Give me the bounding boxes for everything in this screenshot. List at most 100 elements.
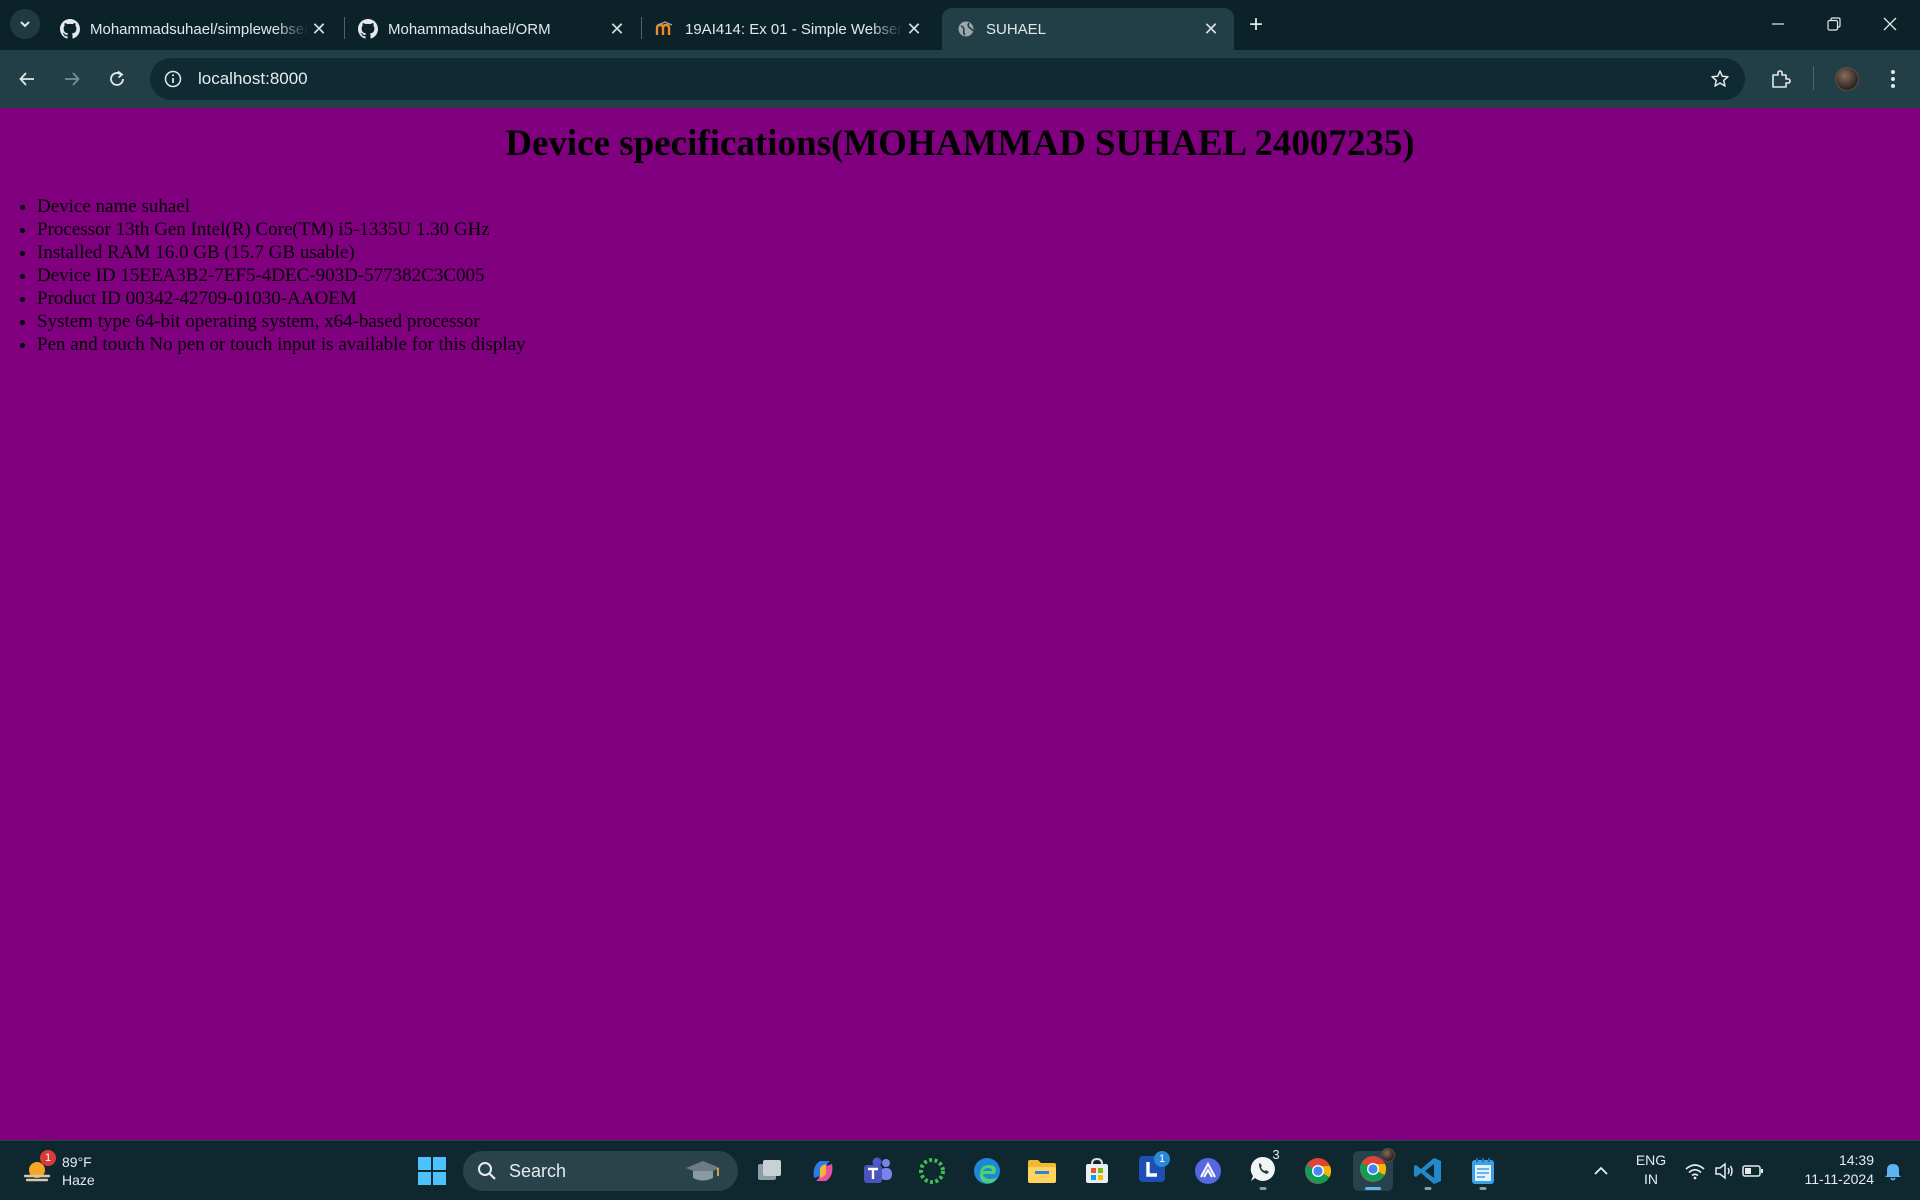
minimize-button[interactable] [1750,0,1806,48]
graduation-cap-icon [686,1161,720,1181]
globe-icon [956,19,976,39]
notification-badge: 1 [1154,1150,1170,1167]
more-vertical-icon [1891,70,1895,88]
vscode-button[interactable] [1408,1151,1448,1191]
tab-title: 19AI414: Ex 01 - Simple Webserver [685,20,903,38]
tab-search-button[interactable] [10,9,40,39]
tab-title: Mohammadsuhael/ORM [388,20,551,38]
list-item: Installed RAM 16.0 GB (15.7 GB usable) [37,241,1920,264]
task-view-button[interactable] [750,1151,790,1191]
running-indicator [1479,1187,1487,1190]
avatar [1835,67,1859,91]
app-ring-button[interactable] [912,1151,952,1191]
tab-title: Mohammadsuhael/simplewebserver [90,20,308,38]
edge-button[interactable] [967,1151,1007,1191]
list-item: Device name suhael [37,195,1920,218]
weather-widget[interactable]: 1 89°F Haze [22,1150,95,1191]
restore-button[interactable] [1806,0,1862,48]
close-icon[interactable]: ✕ [903,18,925,40]
search-icon [478,1162,496,1180]
app-l-button[interactable]: 1 [1132,1150,1172,1191]
volume-icon [1715,1162,1733,1180]
close-icon[interactable]: ✕ [1200,18,1222,40]
search-label: Search [509,1160,567,1181]
copilot-button[interactable] [803,1151,843,1191]
bookmark-star-icon[interactable] [1709,68,1731,90]
file-explorer-button[interactable] [1022,1151,1062,1191]
windows-icon [418,1157,446,1185]
clock-time: 14:39 [1838,1152,1874,1168]
spec-list: Device name suhael Processor 13th Gen In… [0,195,1920,356]
tab-simplewebserver[interactable]: Mohammadsuhael/simplewebserver ✕ [46,8,342,50]
extensions-button[interactable] [1764,62,1798,96]
close-icon[interactable]: ✕ [308,18,330,40]
profile-button[interactable] [1830,62,1864,96]
tab-strip: Mohammadsuhael/simplewebserver ✕ Mohamma… [0,0,1920,50]
tab-moodle-ex01[interactable]: 19AI414: Ex 01 - Simple Webserver ✕ [641,8,937,50]
store-icon [1086,1157,1108,1183]
avatar [1381,1147,1395,1162]
close-icon[interactable]: ✕ [606,18,628,40]
close-window-button[interactable] [1862,0,1918,48]
page-title: Device specifications(MOHAMMAD SUHAEL 24… [505,123,1415,164]
notifications-button[interactable] [1876,1151,1910,1191]
wifi-icon [1685,1164,1705,1180]
chevron-down-icon [20,21,30,28]
clock-date: 11-11-2024 [1804,1171,1874,1187]
arrow-left-icon [19,72,34,86]
notification-badge: 3 [1272,1147,1280,1162]
show-hidden-icons-button[interactable] [1583,1151,1619,1191]
chrome-profile-button[interactable] [1353,1147,1395,1191]
back-button[interactable] [10,62,44,96]
site-info-icon[interactable] [160,66,186,92]
close-icon [1883,17,1897,31]
quick-settings-button[interactable] [1682,1151,1766,1191]
folder-icon [1028,1160,1056,1183]
minimize-icon [1772,23,1784,25]
language-indicator[interactable]: ENG IN [1628,1151,1674,1189]
store-button[interactable] [1077,1151,1117,1191]
moodle-icon [655,19,675,39]
browser-toolbar: localhost:8000 [0,50,1920,108]
triangle-app-icon [1195,1158,1221,1184]
reload-icon [110,70,124,86]
teams-button[interactable] [858,1151,898,1191]
weather-temp: 89°F [62,1154,92,1170]
new-tab-button[interactable]: + [1242,11,1270,39]
page-viewport: Device specifications(MOHAMMAD SUHAEL 24… [0,108,1920,1140]
chrome-icon [1305,1158,1332,1184]
github-icon [358,19,378,39]
notepad-icon [1472,1158,1494,1184]
running-indicator [1365,1187,1381,1190]
chevron-up-icon [1594,1166,1608,1175]
address-bar[interactable]: localhost:8000 [150,58,1745,100]
start-button[interactable] [412,1151,452,1191]
reload-button[interactable] [100,62,134,96]
url-text[interactable]: localhost:8000 [198,69,308,89]
forward-button[interactable] [55,62,89,96]
language-code: ENG [1635,1152,1667,1168]
weather-badge: 1 [40,1150,56,1166]
chrome-button[interactable] [1298,1151,1338,1191]
copilot-icon [813,1161,833,1181]
app-triangle-button[interactable] [1188,1151,1228,1191]
list-item: Product ID 00342-42709-01030-AAOEM [37,287,1920,310]
teams-icon [864,1157,892,1183]
notepad-button[interactable] [1463,1151,1503,1191]
restore-icon [1827,17,1841,31]
github-icon [60,19,80,39]
region-code: IN [1644,1171,1658,1187]
running-indicator [1259,1187,1267,1190]
whatsapp-button[interactable]: 3 [1243,1147,1283,1191]
running-indicator [1424,1187,1432,1190]
clock[interactable]: 14:39 11-11-2024 [1780,1151,1874,1189]
tab-orm[interactable]: Mohammadsuhael/ORM ✕ [344,8,640,50]
toolbar-divider [1813,66,1814,90]
list-item: Processor 13th Gen Intel(R) Core(TM) i5-… [37,218,1920,241]
tab-suhael[interactable]: SUHAEL ✕ [942,8,1234,50]
taskbar-search[interactable]: Search [463,1151,738,1191]
menu-button[interactable] [1876,62,1910,96]
puzzle-icon [1772,70,1791,88]
weather-condition: Haze [62,1172,95,1188]
sun-haze-icon: 1 [22,1150,56,1186]
